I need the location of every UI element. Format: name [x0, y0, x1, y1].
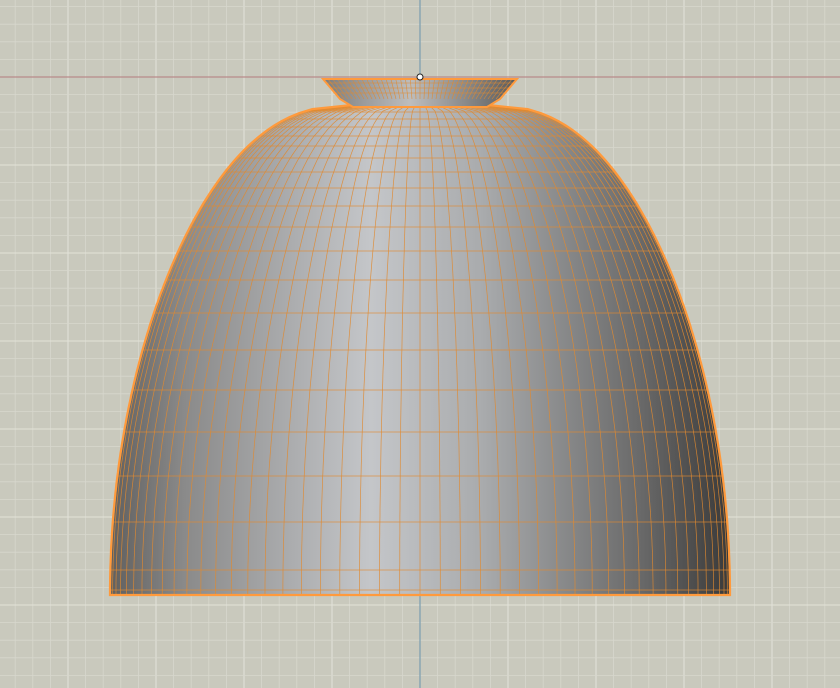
3d-viewport[interactable]: [0, 0, 840, 688]
mesh-body-wireframe: [110, 105, 730, 595]
mesh-object[interactable]: [108, 78, 732, 597]
object-origin-icon[interactable]: [416, 73, 424, 81]
